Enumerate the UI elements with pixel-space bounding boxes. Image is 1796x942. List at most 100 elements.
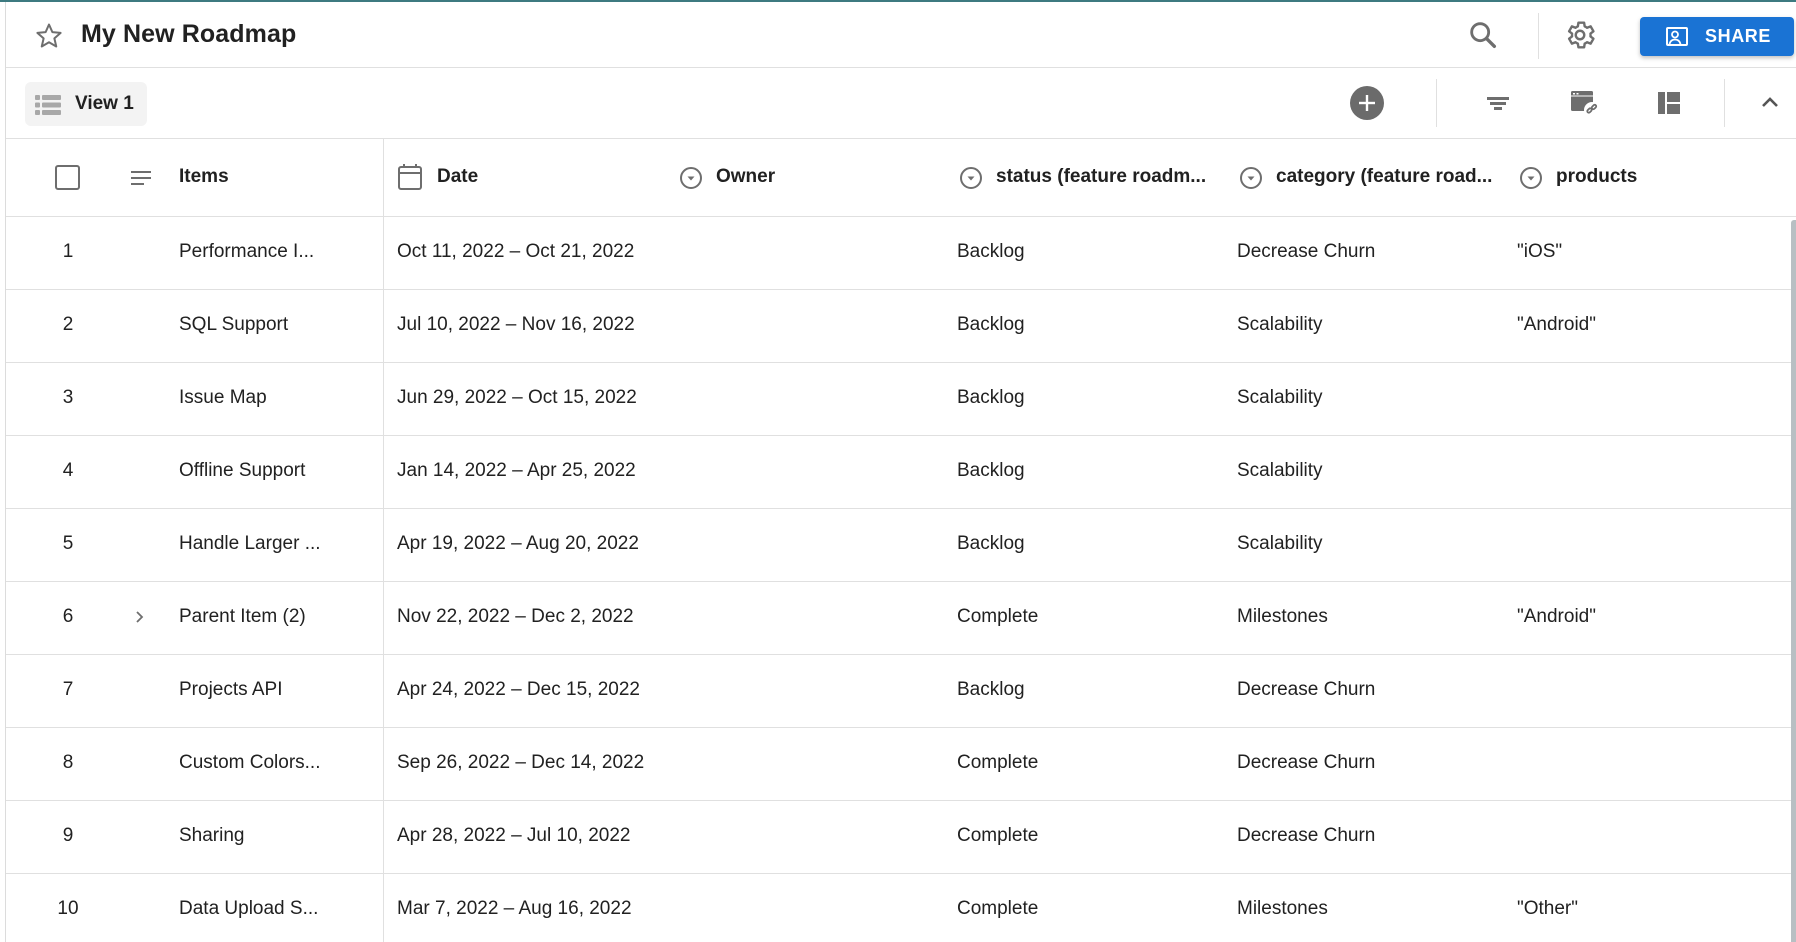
item-name[interactable]: Sharing — [179, 825, 245, 847]
category-value[interactable]: Scalability — [1237, 460, 1323, 482]
item-name[interactable]: Handle Larger ... — [179, 533, 321, 555]
roadmap-app: My New Roadmap SHARE View 1 Items Date O… — [0, 0, 1796, 942]
status-value[interactable]: Backlog — [957, 387, 1025, 409]
category-value[interactable]: Decrease Churn — [1237, 752, 1375, 774]
toolbar-divider — [1436, 79, 1437, 127]
status-value[interactable]: Backlog — [957, 314, 1025, 336]
column-header-products[interactable]: products — [1556, 166, 1637, 188]
status-value[interactable]: Backlog — [957, 241, 1025, 263]
date-range[interactable]: Apr 19, 2022 – Aug 20, 2022 — [397, 533, 639, 555]
item-name[interactable]: Parent Item (2) — [179, 606, 306, 628]
dropdown-circle-icon — [960, 167, 982, 189]
dropdown-circle-icon — [1520, 167, 1542, 189]
star-outline-icon[interactable] — [34, 21, 64, 51]
item-name[interactable]: Data Upload S... — [179, 898, 318, 920]
row-number: 8 — [62, 752, 74, 773]
status-value[interactable]: Backlog — [957, 679, 1025, 701]
table-row[interactable]: 1 Performance I... Oct 11, 2022 – Oct 21… — [6, 217, 1796, 290]
table-row[interactable]: 7 Projects API Apr 24, 2022 – Dec 15, 20… — [6, 655, 1796, 728]
products-value[interactable]: "Android" — [1517, 314, 1596, 336]
status-value[interactable]: Complete — [957, 752, 1038, 774]
date-range[interactable]: Apr 28, 2022 – Jul 10, 2022 — [397, 825, 630, 847]
linked-window-icon[interactable] — [1566, 85, 1602, 121]
row-number: 6 — [62, 606, 74, 627]
table-row[interactable]: 5 Handle Larger ... Apr 19, 2022 – Aug 2… — [6, 509, 1796, 582]
date-range[interactable]: Jul 10, 2022 – Nov 16, 2022 — [397, 314, 635, 336]
table-row[interactable]: 9 Sharing Apr 28, 2022 – Jul 10, 2022 Co… — [6, 801, 1796, 874]
vertical-scrollbar[interactable] — [1791, 220, 1796, 942]
table-row[interactable]: 10 Data Upload S... Mar 7, 2022 – Aug 16… — [6, 874, 1796, 942]
column-header-status[interactable]: status (feature roadm... — [996, 166, 1206, 188]
calendar-icon — [398, 164, 422, 190]
row-number: 5 — [62, 533, 74, 554]
category-value[interactable]: Decrease Churn — [1237, 241, 1375, 263]
column-header-items[interactable]: Items — [179, 166, 229, 188]
item-name[interactable]: Offline Support — [179, 460, 305, 482]
share-button[interactable]: SHARE — [1640, 17, 1794, 56]
row-number: 3 — [62, 387, 74, 408]
page-title: My New Roadmap — [81, 20, 297, 48]
products-value[interactable]: "Other" — [1517, 898, 1578, 920]
date-range[interactable]: Mar 7, 2022 – Aug 16, 2022 — [397, 898, 632, 920]
row-number: 2 — [62, 314, 74, 335]
row-number: 10 — [57, 898, 79, 919]
share-button-label: SHARE — [1705, 26, 1772, 46]
category-value[interactable]: Milestones — [1237, 606, 1328, 628]
toolbar-divider-2 — [1724, 79, 1725, 127]
dropdown-circle-icon — [680, 167, 702, 189]
date-range[interactable]: Nov 22, 2022 – Dec 2, 2022 — [397, 606, 634, 628]
table-row[interactable]: 6 Parent Item (2) Nov 22, 2022 – Dec 2, … — [6, 582, 1796, 655]
add-circle-icon[interactable] — [1349, 85, 1385, 121]
title-bar: My New Roadmap SHARE — [6, 2, 1796, 68]
status-value[interactable]: Complete — [957, 898, 1038, 920]
category-value[interactable]: Scalability — [1237, 387, 1323, 409]
item-name[interactable]: Performance I... — [179, 241, 314, 263]
table-body: 1 Performance I... Oct 11, 2022 – Oct 21… — [6, 217, 1796, 942]
date-range[interactable]: Jan 14, 2022 – Apr 25, 2022 — [397, 460, 636, 482]
category-value[interactable]: Decrease Churn — [1237, 825, 1375, 847]
category-value[interactable]: Milestones — [1237, 898, 1328, 920]
products-value[interactable]: "iOS" — [1517, 241, 1562, 263]
gear-icon[interactable] — [1563, 18, 1597, 52]
layout-panels-icon[interactable] — [1651, 85, 1687, 121]
dropdown-circle-icon — [1240, 167, 1262, 189]
status-value[interactable]: Complete — [957, 606, 1038, 628]
search-icon[interactable] — [1466, 18, 1500, 52]
status-value[interactable]: Backlog — [957, 460, 1025, 482]
date-range[interactable]: Apr 24, 2022 – Dec 15, 2022 — [397, 679, 640, 701]
view-selector[interactable]: View 1 — [25, 82, 147, 126]
title-bar-divider — [1538, 13, 1539, 59]
row-number: 9 — [62, 825, 74, 846]
table-row[interactable]: 8 Custom Colors... Sep 26, 2022 – Dec 14… — [6, 728, 1796, 801]
date-range[interactable]: Oct 11, 2022 – Oct 21, 2022 — [397, 241, 634, 263]
table-header: Items Date Owner status (feature roadm..… — [6, 139, 1796, 217]
view-label: View 1 — [75, 93, 134, 114]
column-header-date[interactable]: Date — [437, 166, 478, 188]
table-row[interactable]: 4 Offline Support Jan 14, 2022 – Apr 25,… — [6, 436, 1796, 509]
chevron-up-icon[interactable] — [1752, 85, 1788, 121]
row-number: 7 — [62, 679, 74, 700]
item-name[interactable]: Projects API — [179, 679, 283, 701]
date-range[interactable]: Sep 26, 2022 – Dec 14, 2022 — [397, 752, 644, 774]
status-value[interactable]: Complete — [957, 825, 1038, 847]
item-name[interactable]: Custom Colors... — [179, 752, 320, 774]
column-header-owner[interactable]: Owner — [716, 166, 775, 188]
table-row[interactable]: 2 SQL Support Jul 10, 2022 – Nov 16, 202… — [6, 290, 1796, 363]
view-toolbar: View 1 — [6, 69, 1796, 139]
category-value[interactable]: Scalability — [1237, 314, 1323, 336]
column-header-category[interactable]: category (feature road... — [1276, 166, 1492, 188]
share-screen-icon — [1666, 27, 1688, 46]
chevron-right-icon[interactable] — [130, 606, 150, 628]
item-name[interactable]: Issue Map — [179, 387, 267, 409]
status-value[interactable]: Backlog — [957, 533, 1025, 555]
date-range[interactable]: Jun 29, 2022 – Oct 15, 2022 — [397, 387, 637, 409]
category-value[interactable]: Scalability — [1237, 533, 1323, 555]
table-row[interactable]: 3 Issue Map Jun 29, 2022 – Oct 15, 2022 … — [6, 363, 1796, 436]
filter-icon[interactable] — [1480, 85, 1516, 121]
select-all-checkbox[interactable] — [55, 165, 80, 190]
lines-icon — [131, 171, 151, 185]
list-view-icon — [35, 95, 61, 115]
item-name[interactable]: SQL Support — [179, 314, 288, 336]
category-value[interactable]: Decrease Churn — [1237, 679, 1375, 701]
products-value[interactable]: "Android" — [1517, 606, 1596, 628]
